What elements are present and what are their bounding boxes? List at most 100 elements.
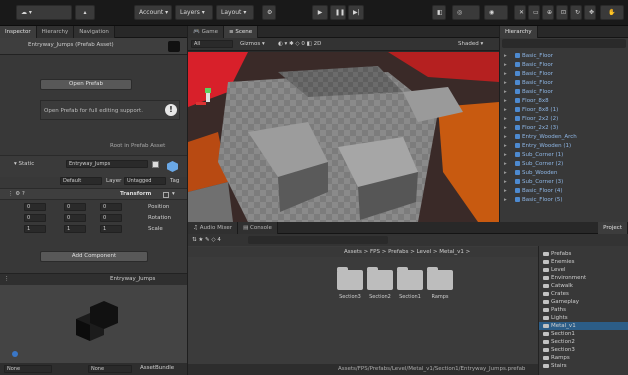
hierarchy-item[interactable]: ▸ Sub_Corner (1)	[500, 151, 622, 160]
hierarchy-item[interactable]: ▸ Basic_Floor	[500, 88, 622, 97]
expand-arrow-icon[interactable]: ▸	[504, 133, 511, 142]
project-search-input[interactable]	[248, 236, 388, 244]
scale-y-field[interactable]: 1	[64, 225, 86, 233]
hierarchy-item[interactable]: ▸ Basic_Floor	[500, 79, 622, 88]
layer-dropdown[interactable]: Default	[60, 177, 102, 185]
expand-arrow-icon[interactable]: ▸	[504, 88, 511, 97]
tab-project[interactable]: Project	[598, 221, 628, 234]
expand-arrow-icon[interactable]: ▸	[504, 61, 511, 70]
tab-audio-mixer[interactable]: ♫ Audio Mixer	[188, 221, 239, 234]
project-tree-item[interactable]: Level	[543, 266, 566, 274]
pivot-button[interactable]: ◧	[432, 5, 446, 20]
scene-viewport[interactable]	[188, 52, 499, 222]
rotate-tool-button[interactable]: ↻	[570, 5, 582, 20]
project-tree-item[interactable]: Section2	[543, 338, 575, 346]
hierarchy-item[interactable]: ▸ Basic_Floor	[500, 61, 622, 70]
tab-inspector[interactable]: Inspector	[0, 25, 37, 38]
project-tree-item[interactable]: Paths	[543, 306, 566, 314]
hierarchy-search-input[interactable]	[502, 39, 626, 48]
expand-arrow-icon[interactable]: ▸	[504, 70, 511, 79]
hierarchy-item[interactable]: ▸ Entry_Wooden_Arch	[500, 133, 622, 142]
tab-game[interactable]: 🎮 Game	[188, 25, 224, 38]
project-tree-item[interactable]: Prefabs	[543, 250, 571, 258]
preview-menu-icon[interactable]: ⋮	[4, 276, 10, 282]
tag-dropdown[interactable]: Untagged	[124, 177, 166, 185]
object-name-field[interactable]: Entryway_Jumps	[66, 160, 148, 168]
open-prefab-button[interactable]: Open Prefab	[40, 79, 132, 90]
expand-arrow-icon[interactable]: ▸	[504, 151, 511, 160]
project-tree-item[interactable]: Metal_v1	[539, 322, 628, 330]
asset-folder[interactable]: Section3	[334, 267, 366, 300]
static-toggle[interactable]: ▾ Static	[14, 161, 34, 167]
active-checkbox[interactable]	[152, 161, 159, 168]
transform-tool-button[interactable]: ⊕	[542, 5, 554, 20]
transform-header[interactable]: ▾ Transform ⋮ ⚙ ?	[0, 188, 187, 200]
hierarchy-item[interactable]: ▸ Floor_8x8 (1)	[500, 106, 622, 115]
hierarchy-item[interactable]: ▸ Sub_Wooden	[500, 169, 622, 178]
project-tree-item[interactable]: Crates	[543, 290, 569, 298]
scale-x-field[interactable]: 1	[100, 225, 122, 233]
asset-folder[interactable]: Section1	[394, 267, 426, 300]
expand-arrow-icon[interactable]: ▸	[504, 160, 511, 169]
asset-folder[interactable]: Ramps	[424, 267, 456, 300]
project-tree-item[interactable]: Catwalk	[543, 282, 573, 290]
project-tree-item[interactable]: Section3	[543, 346, 575, 354]
project-tree-item[interactable]: Stairs	[543, 362, 567, 370]
asset-bundle-dropdown[interactable]: None	[4, 365, 52, 373]
local-button[interactable]: ◎	[452, 5, 480, 20]
expand-arrow-icon[interactable]: ▸	[504, 52, 511, 61]
center-button[interactable]: ◉	[484, 5, 508, 20]
project-tree-item[interactable]: Gameplay	[543, 298, 579, 306]
hierarchy-item[interactable]: ▸ Floor_2x2 (3)	[500, 124, 622, 133]
tab-hierarchy[interactable]: Hierarchy	[36, 25, 75, 38]
hierarchy-item[interactable]: ▸ Floor_8x8	[500, 97, 622, 106]
hierarchy-item[interactable]: ▸ Sub_Corner (3)	[500, 178, 622, 187]
search-all-field[interactable]: All	[191, 40, 233, 48]
collab-button[interactable]: ▴	[75, 5, 95, 20]
hierarchy-item[interactable]: ▸ Basic_Floor (5)	[500, 196, 622, 205]
hierarchy-item[interactable]: ▸ Sub_Corner (2)	[500, 160, 622, 169]
tab-navigation[interactable]: Navigation	[74, 25, 115, 38]
expand-arrow-icon[interactable]: ▸	[504, 178, 511, 187]
tab-console[interactable]: ▤ Console	[238, 221, 278, 234]
tab-scene[interactable]: ≡ Scene	[223, 25, 259, 38]
hierarchy-item[interactable]: ▸ Floor_2x2 (2)	[500, 115, 622, 124]
play-button[interactable]: ▶	[312, 5, 328, 20]
pause-button[interactable]: ❚❚	[330, 5, 346, 20]
project-tools[interactable]: ⇅ ★ ✎ ◇ 4	[192, 237, 221, 243]
expand-arrow-icon[interactable]: ▸	[504, 79, 511, 88]
scale-z-field[interactable]: 1	[24, 225, 46, 233]
expand-arrow-icon[interactable]: ▸	[504, 97, 511, 106]
expand-arrow-icon[interactable]: ▸	[504, 196, 511, 205]
close-tool-button[interactable]: ✕	[514, 5, 526, 20]
cloud-build-button[interactable]: ⚙	[262, 5, 276, 20]
move-tool-button[interactable]: ✥	[584, 5, 596, 20]
breadcrumb[interactable]: Assets > FPS > Prefabs > Level > Metal_v…	[344, 249, 470, 255]
expand-arrow-icon[interactable]: ▸	[504, 106, 511, 115]
rotation-z-field[interactable]: 0	[24, 214, 46, 222]
preview-light-icon[interactable]	[12, 351, 18, 357]
expand-arrow-icon[interactable]: ▸	[504, 142, 511, 151]
position-z-field[interactable]: 0	[24, 203, 46, 211]
gizmos-dropdown[interactable]: Gizmos ▾	[240, 41, 265, 47]
project-tree-item[interactable]: Section1	[543, 330, 575, 338]
project-tree-item[interactable]: Ramps	[543, 354, 570, 362]
asset-folder[interactable]: Section2	[364, 267, 396, 300]
hierarchy-item[interactable]: ▸ Basic_Floor	[500, 70, 622, 79]
position-x-field[interactable]: 0	[100, 203, 122, 211]
expand-arrow-icon[interactable]: ▸	[504, 115, 511, 124]
account-button[interactable]: Account ▾	[134, 5, 172, 20]
transform-menu-icon[interactable]: ⋮ ⚙ ?	[8, 191, 25, 197]
expand-arrow-icon[interactable]: ▸	[504, 169, 511, 178]
project-tree-item[interactable]: Lights	[543, 314, 568, 322]
shading-dropdown[interactable]: Shaded ▾	[458, 41, 483, 47]
rect-tool-button[interactable]: ▭	[528, 5, 540, 20]
project-tree-item[interactable]: Enemies	[543, 258, 574, 266]
rotation-y-field[interactable]: 0	[64, 214, 86, 222]
position-y-field[interactable]: 0	[64, 203, 86, 211]
layout-button[interactable]: Layout ▾	[216, 5, 254, 20]
hierarchy-item[interactable]: ▸ Entry_Wooden (1)	[500, 142, 622, 151]
scene-toggles[interactable]: ◐ ▾ ✱ ◇ 0 ◧ 2D	[278, 41, 321, 47]
tab-hierarchy-right[interactable]: Hierarchy	[500, 25, 538, 38]
hand-tool-button[interactable]: ✋	[600, 5, 624, 20]
